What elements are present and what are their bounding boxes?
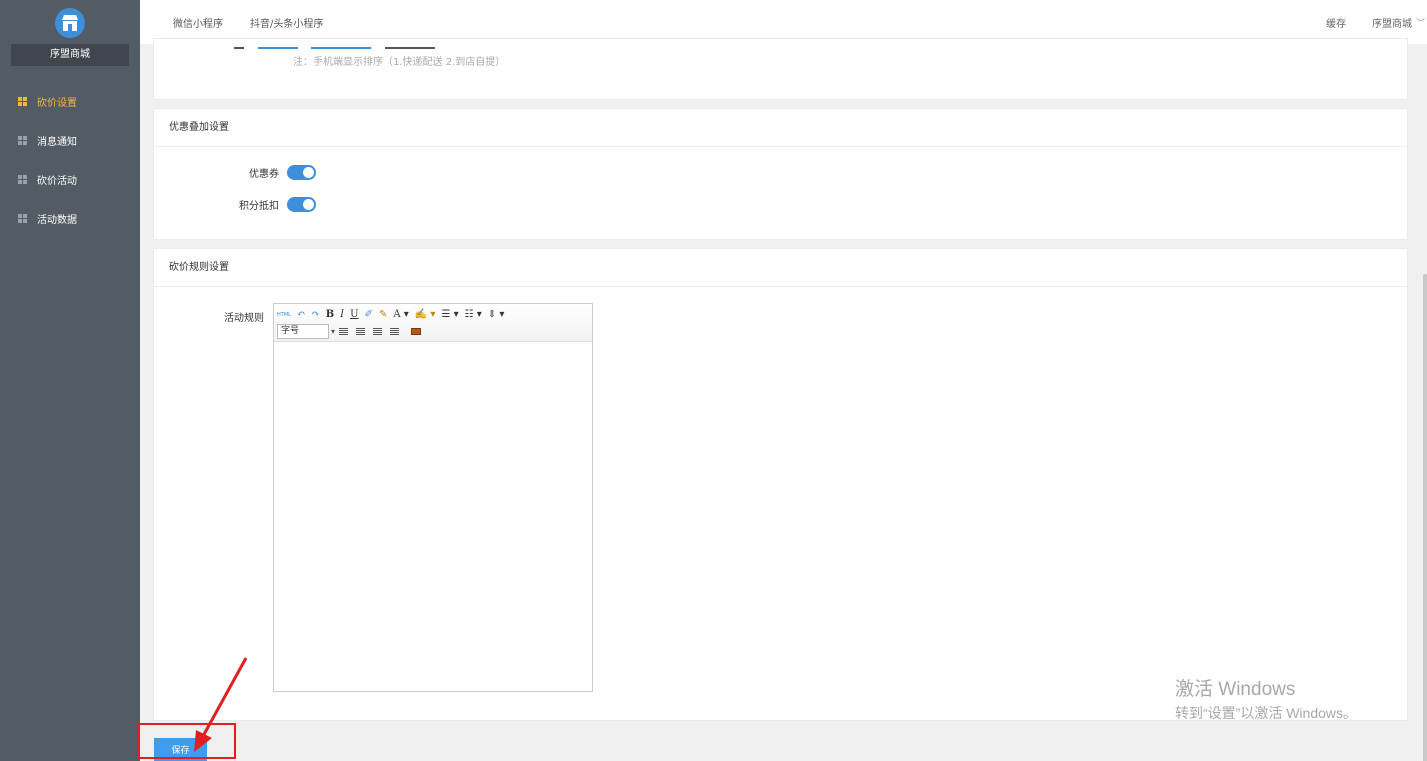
- font-color-button[interactable]: A ▾: [393, 309, 408, 320]
- grid-icon: [18, 97, 27, 106]
- delivery-settings-card: 注：手机端显示排序（1.快递配送 2.到店自提）: [153, 38, 1408, 100]
- shop-switcher[interactable]: 序盟商城: [1372, 15, 1412, 30]
- delivery-sort-note: 注：手机端显示排序（1.快递配送 2.到店自提）: [293, 57, 506, 68]
- points-row: 积分抵扣: [154, 197, 316, 212]
- align-left-icon[interactable]: [339, 327, 348, 336]
- delivery-options-row: [234, 39, 534, 49]
- side-menu: 砍价设置 消息通知 砍价活动 活动数据: [0, 82, 140, 238]
- bold-button[interactable]: B: [326, 309, 334, 320]
- cache-button[interactable]: 缓存: [1326, 15, 1346, 30]
- bargain-rules-card: 砍价规则设置 活动规则 HTML ↶ ↷ B I U ✐ ✎ A ▾ ✍ ▾ ☰…: [153, 248, 1408, 721]
- sidebar-item-bargain-settings[interactable]: 砍价设置: [0, 82, 140, 121]
- html-source-button[interactable]: HTML: [277, 312, 291, 318]
- sidebar-item-activity-data[interactable]: 活动数据: [0, 199, 140, 238]
- vertical-scrollbar[interactable]: [1423, 274, 1427, 761]
- sidebar-item-bargain-activities[interactable]: 砍价活动: [0, 160, 140, 199]
- rich-text-editor[interactable]: HTML ↶ ↷ B I U ✐ ✎ A ▾ ✍ ▾ ☰ ▾ ☷ ▾ ⇕ ▾ 字…: [273, 303, 593, 692]
- chevron-down-icon: ﹀: [1415, 18, 1425, 29]
- card-title: 优惠叠加设置: [154, 109, 1407, 147]
- logo-area: 序盟商城: [0, 0, 140, 72]
- shop-name: 序盟商城: [11, 44, 129, 66]
- rules-label: 活动规则: [224, 313, 264, 324]
- discount-stacking-card: 优惠叠加设置 优惠券 积分抵扣: [153, 108, 1408, 240]
- sidebar-item-label: 砍价设置: [37, 98, 77, 109]
- coupon-label: 优惠券: [249, 169, 279, 180]
- points-toggle[interactable]: [287, 197, 316, 212]
- highlight-color-icon[interactable]: ✍ ▾: [415, 309, 436, 320]
- coupon-row: 优惠券: [154, 165, 316, 180]
- sidebar-item-label: 活动数据: [37, 215, 77, 226]
- coupon-toggle[interactable]: [287, 165, 316, 180]
- grid-icon: [18, 136, 27, 145]
- save-button[interactable]: 保存: [154, 738, 207, 761]
- underline-button[interactable]: U: [350, 309, 358, 320]
- main-content: 注：手机端显示排序（1.快递配送 2.到店自提） 优惠叠加设置 优惠券 积分抵扣…: [140, 38, 1427, 761]
- redo-icon[interactable]: ↷: [311, 309, 319, 320]
- store-logo-icon: [55, 8, 85, 38]
- align-center-icon[interactable]: [356, 327, 365, 336]
- sidebar: 序盟商城 砍价设置 消息通知 砍价活动 活动数据: [0, 0, 140, 761]
- insert-image-icon[interactable]: [411, 328, 421, 335]
- sidebar-item-label: 砍价活动: [37, 176, 77, 187]
- align-right-icon[interactable]: [373, 327, 382, 336]
- card-title: 砍价规则设置: [154, 249, 1407, 287]
- sidebar-item-label: 消息通知: [37, 137, 77, 148]
- rules-label-row: 活动规则: [154, 309, 272, 324]
- editor-body[interactable]: [274, 342, 592, 691]
- align-justify-icon[interactable]: [390, 327, 399, 336]
- grid-icon: [18, 175, 27, 184]
- tab-wechat-miniprogram[interactable]: 微信小程序: [173, 15, 223, 30]
- editor-toolbar: HTML ↶ ↷ B I U ✐ ✎ A ▾ ✍ ▾ ☰ ▾ ☷ ▾ ⇕ ▾ 字…: [274, 304, 592, 342]
- unordered-list-icon[interactable]: ☷ ▾: [465, 309, 482, 320]
- line-height-icon[interactable]: ⇕ ▾: [488, 309, 505, 320]
- italic-button[interactable]: I: [340, 309, 344, 320]
- ordered-list-icon[interactable]: ☰ ▾: [441, 309, 458, 320]
- format-brush-icon[interactable]: ✎: [379, 309, 387, 320]
- undo-icon[interactable]: ↶: [297, 309, 305, 320]
- grid-icon: [18, 214, 27, 223]
- points-label: 积分抵扣: [239, 201, 279, 212]
- font-size-select[interactable]: 字号: [277, 324, 335, 339]
- sidebar-item-notifications[interactable]: 消息通知: [0, 121, 140, 160]
- eraser-icon[interactable]: ✐: [365, 309, 373, 320]
- tab-douyin-miniprogram[interactable]: 抖音/头条小程序: [250, 15, 323, 30]
